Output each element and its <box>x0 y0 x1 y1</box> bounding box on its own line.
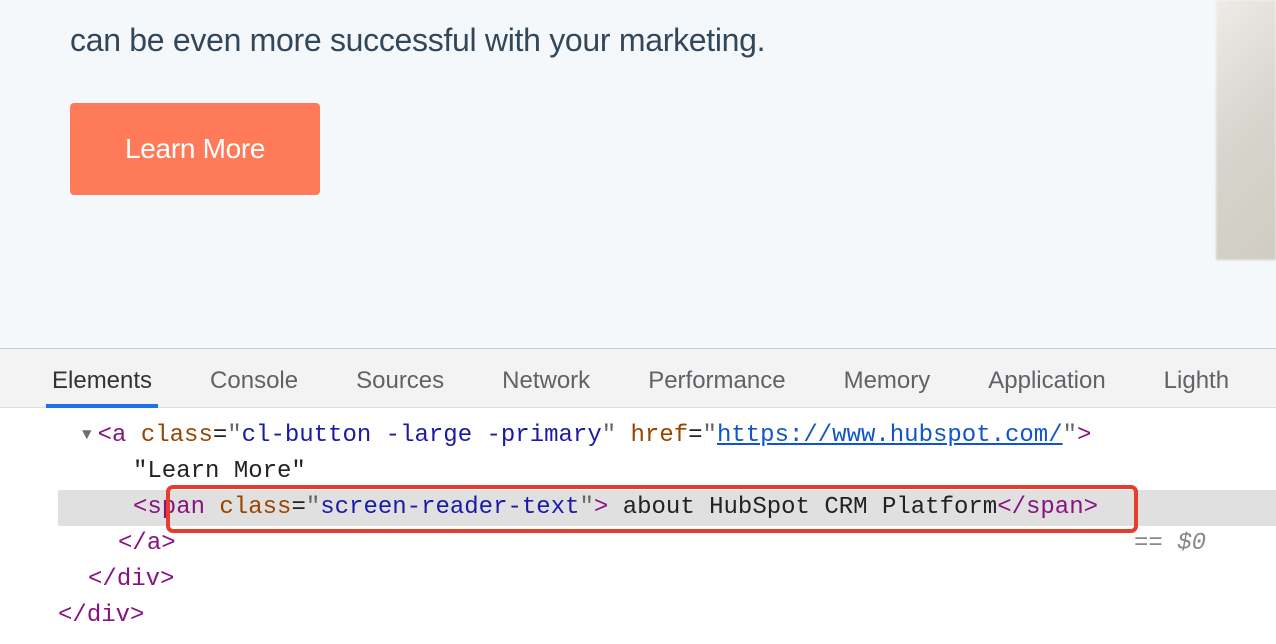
tab-memory[interactable]: Memory <box>840 359 935 407</box>
selected-element-indicator: == $0 <box>1134 526 1206 562</box>
page-decorative-image <box>1216 0 1276 260</box>
highlighted-code-row[interactable]: <span class="screen-reader-text"> about … <box>58 490 1276 526</box>
page-body-text: can be even more successful with your ma… <box>70 0 1276 63</box>
devtools-tabs: Elements Console Sources Network Perform… <box>0 349 1276 408</box>
code-line-div-close-1[interactable]: </div> <box>58 562 1276 598</box>
tab-elements[interactable]: Elements <box>48 359 156 407</box>
tab-network[interactable]: Network <box>498 359 594 407</box>
code-line-div-close-2[interactable]: </div> <box>58 598 1276 634</box>
code-line-a-open[interactable]: ▼<a class="cl-button -large -primary" hr… <box>58 418 1276 454</box>
tab-console[interactable]: Console <box>206 359 302 407</box>
devtools-panel: Elements Console Sources Network Perform… <box>0 348 1276 644</box>
tab-lighthouse[interactable]: Lighth <box>1160 359 1233 407</box>
webpage-content: can be even more successful with your ma… <box>0 0 1276 348</box>
code-line-a-text[interactable]: "Learn More" <box>58 454 1276 490</box>
code-line-a-close[interactable]: </a> <box>58 526 1276 562</box>
disclosure-triangle-icon[interactable]: ▼ <box>82 423 92 447</box>
tab-application[interactable]: Application <box>984 359 1109 407</box>
learn-more-button[interactable]: Learn More <box>70 103 320 195</box>
elements-source-panel[interactable]: ▼<a class="cl-button -large -primary" hr… <box>0 408 1276 644</box>
tab-sources[interactable]: Sources <box>352 359 448 407</box>
tab-performance[interactable]: Performance <box>644 359 789 407</box>
code-line-span[interactable]: <span class="screen-reader-text"> about … <box>58 490 1276 526</box>
